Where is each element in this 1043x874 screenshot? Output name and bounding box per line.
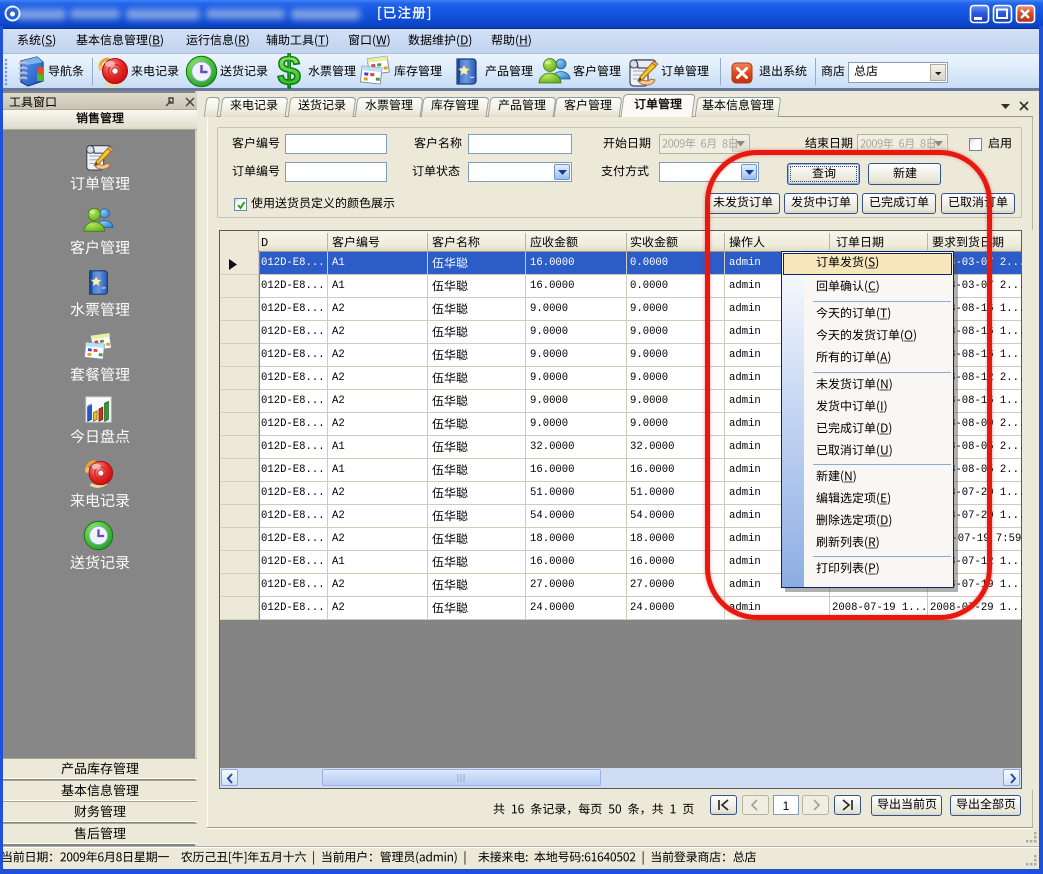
svg-text:$: $ — [277, 47, 300, 94]
